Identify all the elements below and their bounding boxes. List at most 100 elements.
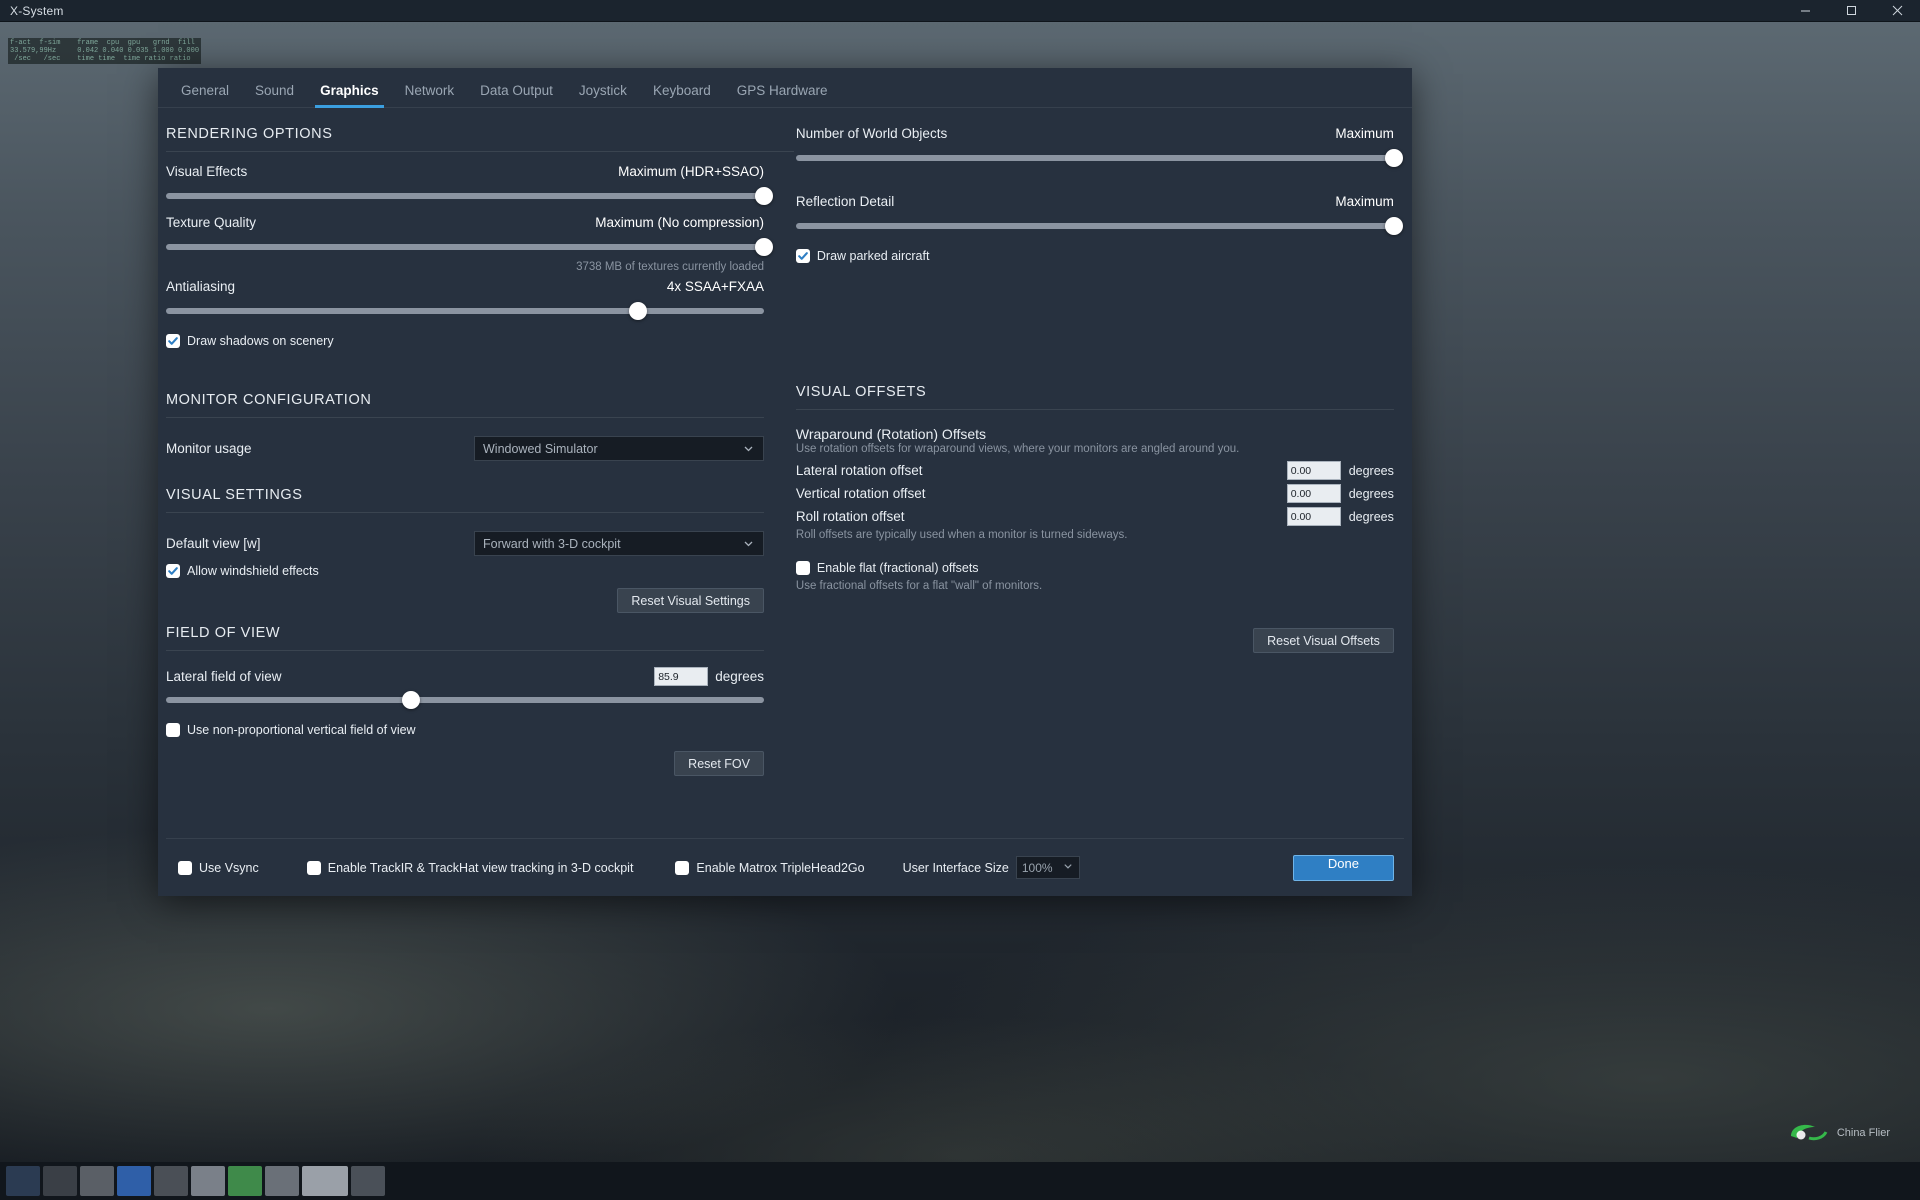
world-objects-group: Number of World Objects Maximum <box>795 126 1403 168</box>
use-vsync-checkbox[interactable]: Use Vsync <box>178 860 259 875</box>
checkbox-unchecked-icon <box>675 860 690 875</box>
visual-settings-section: VISUAL SETTINGS Default view [w] Forward… <box>166 487 764 613</box>
lateral-rotation-offset-input[interactable]: 0.00 <box>1286 461 1341 480</box>
tab-gps-hardware[interactable]: GPS Hardware <box>724 83 841 107</box>
antialiasing-row: Antialiasing 4x SSAA+FXAA <box>166 279 764 297</box>
divider <box>795 409 1394 410</box>
taskbar-item[interactable] <box>6 1166 40 1196</box>
close-icon[interactable] <box>1874 0 1920 21</box>
settings-tabbar: General Sound Graphics Network Data Outp… <box>158 68 1412 108</box>
chevron-down-icon <box>742 537 755 550</box>
tab-general[interactable]: General <box>168 83 242 107</box>
slider-knob[interactable] <box>402 691 421 709</box>
maximize-icon[interactable] <box>1828 0 1874 21</box>
antialiasing-group: Antialiasing 4x SSAA+FXAA <box>166 279 764 321</box>
wraparound-offsets-description: Use rotation offsets for wraparound view… <box>795 443 1240 455</box>
tab-joystick[interactable]: Joystick <box>566 83 640 107</box>
slider-track <box>166 308 764 314</box>
lateral-fov-slider[interactable] <box>166 690 764 710</box>
lateral-rotation-offset-units: degrees <box>1348 463 1394 478</box>
reset-visual-offsets-button[interactable]: Reset Visual Offsets <box>1253 628 1394 653</box>
antialiasing-slider[interactable] <box>166 301 764 321</box>
lateral-fov-units: degrees <box>715 669 764 684</box>
tab-data-output[interactable]: Data Output <box>467 83 566 107</box>
checkbox-unchecked-icon <box>178 860 192 875</box>
tab-graphics[interactable]: Graphics <box>307 83 392 108</box>
taskbar-item[interactable] <box>351 1166 385 1196</box>
monitor-configuration-section: MONITOR CONFIGURATION Monitor usage Wind… <box>166 392 764 461</box>
default-view-dropdown[interactable]: Forward with 3-D cockpit <box>474 531 764 556</box>
monitor-usage-dropdown[interactable]: Windowed Simulator <box>474 436 764 461</box>
reflection-detail-slider[interactable] <box>795 216 1403 236</box>
taskbar-item[interactable] <box>80 1166 114 1196</box>
tab-keyboard[interactable]: Keyboard <box>640 83 724 107</box>
divider <box>166 650 764 651</box>
flat-offsets-description: Use fractional offsets for a flat "wall"… <box>795 580 1043 592</box>
world-objects-label: Number of World Objects <box>795 126 948 141</box>
non-proportional-fov-label: Use non-proportional vertical field of v… <box>187 723 416 737</box>
slider-knob[interactable] <box>629 302 648 320</box>
minimize-icon[interactable] <box>1782 0 1828 21</box>
enable-trackir-checkbox[interactable]: Enable TrackIR & TrackHat view tracking … <box>306 860 634 875</box>
taskbar-item[interactable] <box>117 1166 151 1196</box>
reset-visual-settings-button[interactable]: Reset Visual Settings <box>617 588 764 613</box>
done-button[interactable]: Done <box>1292 854 1394 881</box>
taskbar-item[interactable] <box>154 1166 188 1196</box>
checkbox-checked-icon <box>166 334 180 348</box>
flat-offsets-checkbox[interactable]: Enable flat (fractional) offsets <box>795 557 1394 579</box>
window-controls <box>1782 0 1920 21</box>
texture-quality-slider[interactable] <box>166 237 773 257</box>
vertical-rotation-offset-input[interactable]: 0.00 <box>1286 484 1341 503</box>
slider-knob[interactable] <box>755 187 773 205</box>
slider-knob[interactable] <box>1384 149 1403 167</box>
draw-shadows-checkbox[interactable]: Draw shadows on scenery <box>166 330 794 352</box>
slider-knob[interactable] <box>1384 217 1403 235</box>
left-column: RENDERING OPTIONS Visual Effects Maximum… <box>166 126 794 838</box>
lateral-fov-input[interactable]: 85.9 <box>654 667 709 686</box>
visual-effects-slider[interactable] <box>166 186 773 206</box>
roll-rotation-offset-label: Roll rotation offset <box>795 509 905 524</box>
tab-network[interactable]: Network <box>392 83 468 107</box>
visual-effects-label: Visual Effects <box>166 164 248 179</box>
taskbar-item[interactable] <box>265 1166 299 1196</box>
enable-matrox-checkbox[interactable]: Enable Matrox TripleHead2Go <box>675 860 865 875</box>
slider-track <box>166 193 764 199</box>
divider <box>166 151 794 152</box>
enable-trackir-label: Enable TrackIR & TrackHat view tracking … <box>327 860 634 875</box>
taskbar-item[interactable] <box>191 1166 225 1196</box>
slider-track <box>795 155 1394 161</box>
chevron-down-icon <box>742 442 755 455</box>
reset-visual-settings-row: Reset Visual Settings <box>166 588 764 613</box>
taskbar-item[interactable] <box>228 1166 262 1196</box>
tab-sound[interactable]: Sound <box>242 83 307 107</box>
taskbar-item[interactable] <box>43 1166 77 1196</box>
chevron-down-icon <box>1062 860 1074 875</box>
roll-rotation-offset-input[interactable]: 0.00 <box>1286 507 1341 526</box>
watermark-text: China Flier <box>1836 1127 1890 1139</box>
roll-offset-description: Roll offsets are typically used when a m… <box>795 529 1128 541</box>
windshield-effects-checkbox[interactable]: Allow windshield effects <box>166 560 764 582</box>
lateral-fov-row: Lateral field of view 85.9 degrees <box>166 663 764 686</box>
non-proportional-fov-checkbox[interactable]: Use non-proportional vertical field of v… <box>166 719 764 741</box>
reset-fov-button[interactable]: Reset FOV <box>674 751 764 776</box>
visual-offsets-heading: VISUAL OFFSETS <box>795 384 927 400</box>
window-titlebar: X-System <box>0 0 1920 22</box>
roll-rotation-offset-row: Roll rotation offset 0.00 degrees <box>796 505 1394 528</box>
texture-quality-label: Texture Quality <box>166 215 257 230</box>
visual-settings-heading: VISUAL SETTINGS <box>166 487 303 503</box>
monitor-usage-row: Monitor usage Windowed Simulator <box>166 430 764 461</box>
visual-offsets-section: VISUAL OFFSETS Wraparound (Rotation) Off… <box>795 384 1394 653</box>
draw-parked-aircraft-checkbox[interactable]: Draw parked aircraft <box>795 245 1404 267</box>
ui-size-value: 100% <box>1021 860 1053 875</box>
slider-track <box>166 244 764 250</box>
slider-knob[interactable] <box>755 238 773 256</box>
world-objects-slider[interactable] <box>795 148 1403 168</box>
divider <box>166 417 764 418</box>
taskbar-item-active[interactable] <box>302 1166 348 1196</box>
settings-window: General Sound Graphics Network Data Outp… <box>158 68 1412 896</box>
lateral-fov-input-group: 85.9 degrees <box>654 667 764 686</box>
ui-size-dropdown[interactable]: 100% <box>1015 856 1080 879</box>
monitor-usage-value: Windowed Simulator <box>483 441 598 456</box>
default-view-value: Forward with 3-D cockpit <box>483 536 621 551</box>
lateral-fov-label: Lateral field of view <box>166 669 282 684</box>
